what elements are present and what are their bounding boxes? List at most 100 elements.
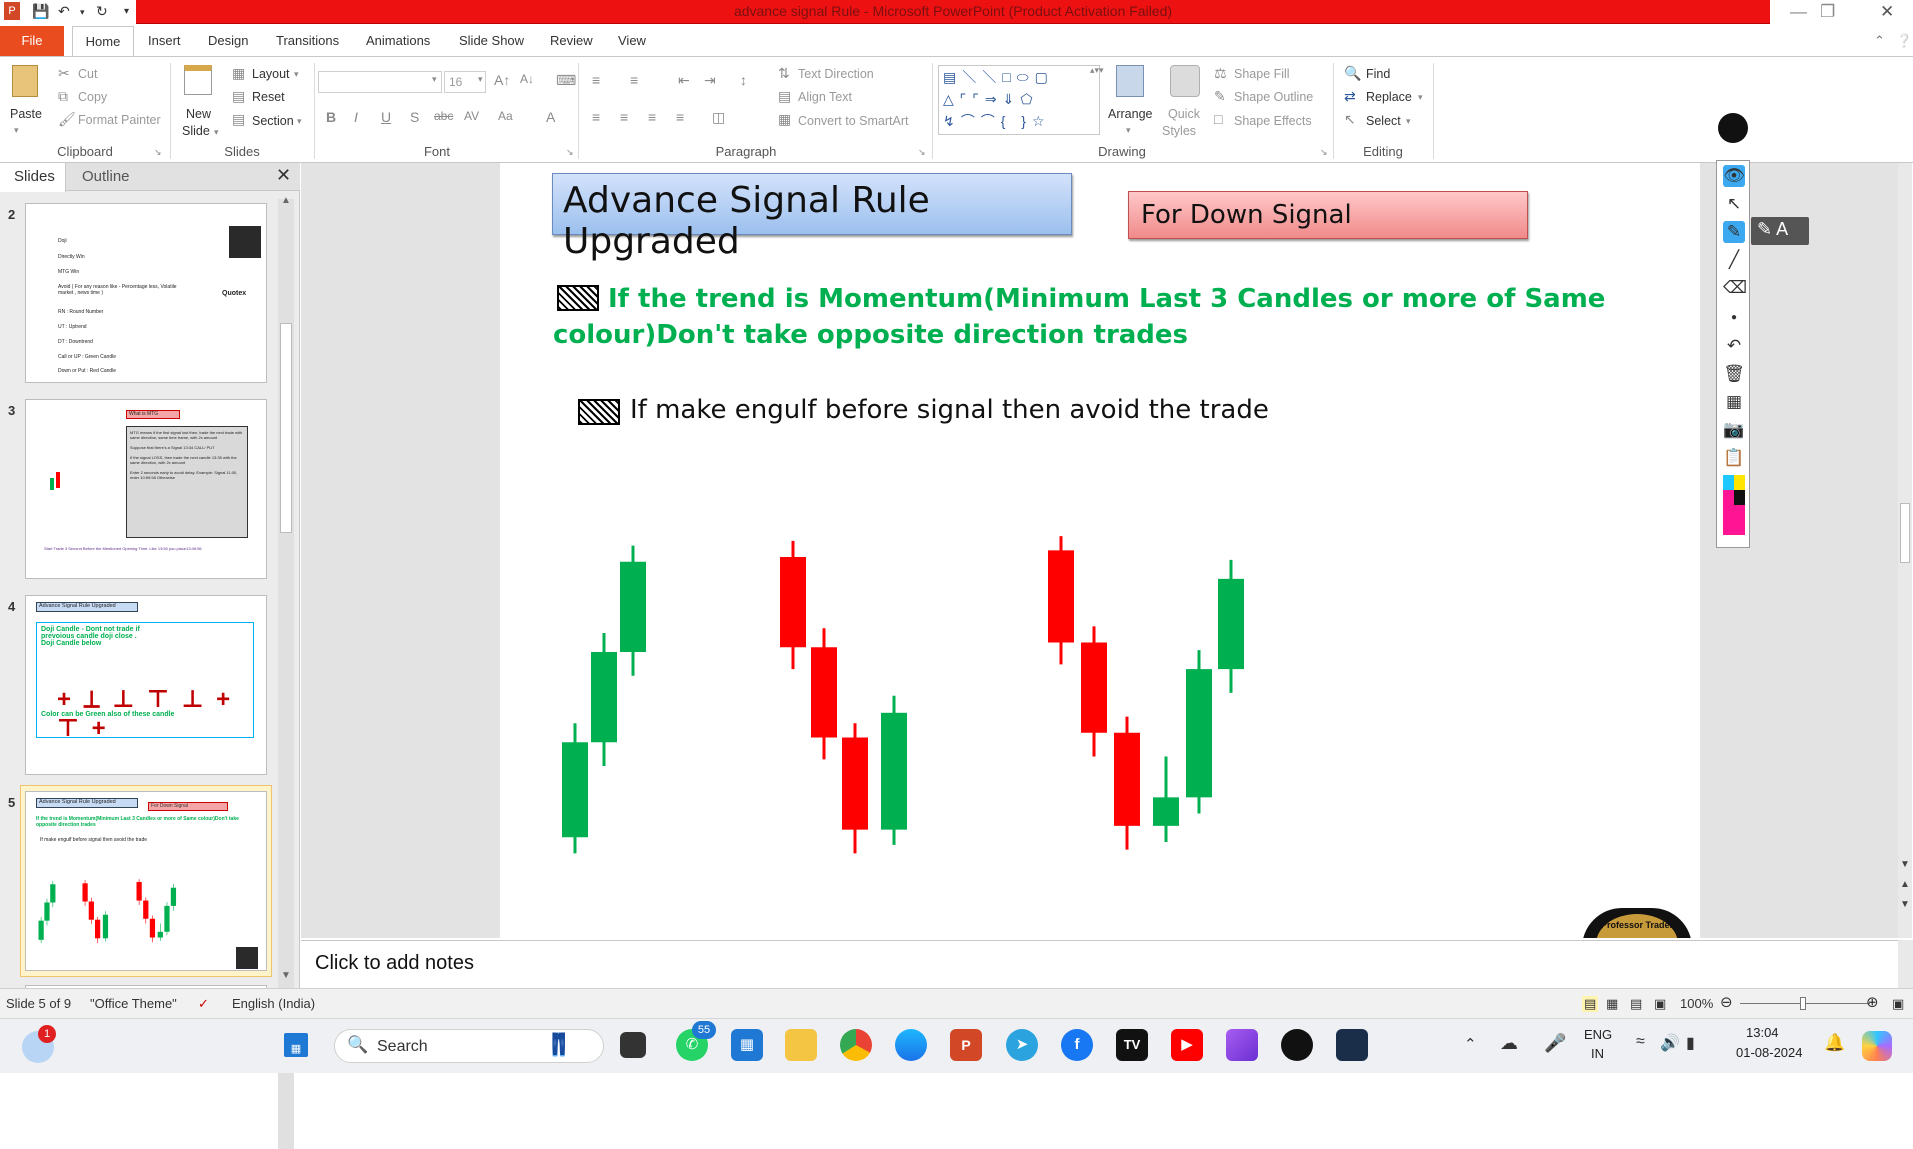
spellcheck-icon[interactable]: ✓ <box>198 996 209 1012</box>
powerpoint-taskbar-icon[interactable]: P <box>950 1029 982 1061</box>
tab-slide-show[interactable]: Slide Show <box>459 33 524 48</box>
scroll-down-icon[interactable]: ▼ <box>281 970 291 981</box>
candle-group3-c2[interactable] <box>143 900 149 919</box>
columns-icon[interactable]: ◫ <box>712 109 725 126</box>
start-icon[interactable]: ▦ <box>284 1033 308 1057</box>
candle-group1-c1[interactable] <box>562 742 588 838</box>
redo-icon[interactable]: ↻ <box>96 3 108 20</box>
numbering-icon[interactable]: ≡ <box>630 72 638 88</box>
align-left-icon[interactable]: ≡ <box>592 109 600 125</box>
microphone-icon[interactable]: 🎤 <box>1544 1033 1566 1054</box>
notes-placeholder[interactable]: Click to add notes <box>315 952 474 975</box>
paste-icon[interactable] <box>12 65 38 97</box>
pen-mode-flyout[interactable]: ✎ A <box>1751 217 1809 245</box>
slide-sorter-icon[interactable]: ▦ <box>1606 996 1618 1012</box>
board-icon[interactable]: ▦ <box>1723 391 1745 413</box>
onedrive-icon[interactable]: ☁ <box>1500 1033 1518 1054</box>
tab-view[interactable]: View <box>618 33 646 48</box>
shape-fill-button[interactable]: Shape Fill <box>1234 67 1290 81</box>
new-slide-label-1[interactable]: New <box>186 107 211 121</box>
text-direction-icon[interactable]: ⇅ <box>778 65 790 82</box>
notes-pane[interactable]: Click to add notes <box>301 940 1898 988</box>
decrease-indent-icon[interactable]: ⇤ <box>678 72 690 89</box>
dot-icon[interactable]: ● <box>1723 307 1745 329</box>
reset-icon[interactable]: ▤ <box>232 88 245 105</box>
replace-icon[interactable]: ⇄ <box>1344 88 1356 105</box>
text-direction-button[interactable]: Text Direction <box>798 67 874 81</box>
candle-group2-c2[interactable] <box>811 647 837 738</box>
candle-group3-c6[interactable] <box>170 887 177 906</box>
help-icon[interactable]: ❔ <box>1896 33 1912 49</box>
bold-icon[interactable]: B <box>326 109 336 125</box>
telegram-icon[interactable]: ➤ <box>1006 1029 1038 1061</box>
notification-icon[interactable]: 🔔 <box>1824 1033 1845 1053</box>
new-slide-label-2[interactable]: Slide <box>182 124 210 138</box>
change-case-icon[interactable]: Aa <box>498 109 513 123</box>
align-right-icon[interactable]: ≡ <box>648 109 656 125</box>
normal-view-icon[interactable]: ▤ <box>1582 996 1599 1012</box>
shapes-scroll-icon[interactable]: ▴▾▾ <box>1090 65 1104 76</box>
select-icon[interactable]: ↖ <box>1344 111 1356 128</box>
drawing-launcher-icon[interactable]: ↘ <box>1320 147 1328 158</box>
font-name-input[interactable] <box>318 71 442 93</box>
language-indicator[interactable]: English (India) <box>232 996 315 1011</box>
task-view-icon[interactable] <box>620 1032 646 1058</box>
zoom-slider-thumb[interactable] <box>1800 997 1806 1010</box>
clipboard-launcher-icon[interactable]: ↘ <box>154 147 162 158</box>
format-painter-icon[interactable]: 🖌 <box>58 111 76 128</box>
zoom-in-icon[interactable]: ⊕ <box>1866 993 1879 1011</box>
taskbar-search-box[interactable]: 🔍 Search 👖 <box>334 1029 604 1063</box>
layout-button[interactable]: Layout <box>252 67 290 81</box>
text-tool-icon[interactable]: A <box>1776 219 1788 239</box>
tab-review[interactable]: Review <box>550 33 593 48</box>
zoom-level[interactable]: 100% <box>1680 996 1713 1011</box>
candle-group1-c3[interactable] <box>50 884 56 903</box>
paste-button[interactable]: Paste <box>10 107 42 121</box>
select-dropdown-icon[interactable]: ▾ <box>1406 116 1411 127</box>
marker-icon[interactable]: ✎ <box>1757 219 1772 239</box>
tab-design[interactable]: Design <box>208 33 248 48</box>
align-text-button[interactable]: Align Text <box>798 90 852 104</box>
candle-group3-c3[interactable] <box>149 918 156 938</box>
paragraph-launcher-icon[interactable]: ↘ <box>918 147 926 158</box>
candle-group3-c3[interactable] <box>1114 732 1140 826</box>
slide-thumbnail-2[interactable]: Doji Directly Win MTG Win Avoid ( For an… <box>25 203 267 383</box>
undo-annotation-icon[interactable]: ↶ <box>1723 335 1745 357</box>
pointer-icon[interactable]: ↖ <box>1723 193 1745 215</box>
tab-insert[interactable]: Insert <box>148 33 181 48</box>
clock-date[interactable]: 01-08-2024 <box>1736 1045 1803 1060</box>
edge-icon[interactable] <box>895 1029 927 1061</box>
store-icon[interactable]: ▦ <box>731 1029 763 1061</box>
cut-button[interactable]: Cut <box>78 67 97 81</box>
candle-group3-c4[interactable] <box>157 931 163 938</box>
clipboard-icon[interactable]: 📋 <box>1723 447 1745 469</box>
tab-file[interactable]: File <box>0 26 64 56</box>
replace-dropdown-icon[interactable]: ▾ <box>1418 92 1423 103</box>
candle-group1-c2[interactable] <box>591 652 617 743</box>
candle-group1-c3[interactable] <box>620 561 646 652</box>
convert-smartart-button[interactable]: Convert to SmartArt <box>798 114 908 128</box>
tradingview-icon[interactable]: TV <box>1116 1029 1148 1061</box>
battery-icon[interactable]: ▮ <box>1686 1033 1695 1053</box>
paste-dropdown-icon[interactable]: ▾ <box>14 125 19 136</box>
arrange-button[interactable]: Arrange <box>1108 107 1152 121</box>
copy-icon[interactable]: ⧉ <box>58 88 68 105</box>
scroll-up-icon[interactable]: ▲ <box>281 195 291 206</box>
justify-icon[interactable]: ≡ <box>676 109 684 125</box>
fit-slide-icon[interactable]: ▣ <box>1892 996 1904 1012</box>
italic-icon[interactable]: I <box>354 109 358 125</box>
quick-styles-label-1[interactable]: Quick <box>1168 107 1200 121</box>
font-size-dropdown-icon[interactable]: ▾ <box>478 74 483 85</box>
align-text-icon[interactable]: ▤ <box>778 88 791 105</box>
previous-slide-icon[interactable]: ▲ <box>1900 879 1910 890</box>
candle-group2-c3[interactable] <box>94 919 101 939</box>
volume-icon[interactable]: 🔊 <box>1660 1033 1680 1053</box>
replace-button[interactable]: Replace <box>1366 90 1412 104</box>
slide-canvas[interactable]: Advance Signal Rule Upgraded For Down Si… <box>500 163 1700 938</box>
layout-icon[interactable]: ▦ <box>232 65 245 82</box>
tab-home[interactable]: Home <box>72 26 134 57</box>
undo-dropdown-icon[interactable]: ▾ <box>80 7 85 18</box>
grow-font-icon[interactable]: A↑ <box>494 72 510 88</box>
font-name-dropdown-icon[interactable]: ▾ <box>432 74 437 85</box>
layout-dropdown-icon[interactable]: ▾ <box>294 69 299 80</box>
